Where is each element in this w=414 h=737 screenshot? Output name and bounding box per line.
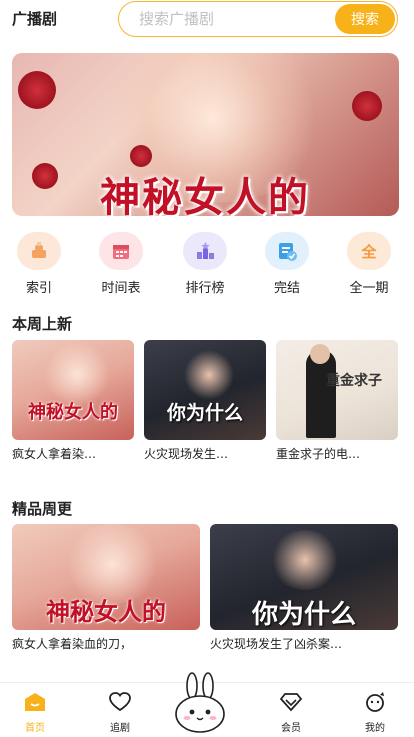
index-icon [17,232,61,270]
completed-icon [265,232,309,270]
cover-title: 神秘女人的 [46,597,166,626]
header: 广播剧 搜索 [0,0,414,40]
svg-text:全: 全 [360,243,377,261]
category-full-episode[interactable]: 全 全一期 [334,232,404,296]
profile-icon [366,692,384,712]
heart-icon [109,692,131,712]
weekly-new-card[interactable]: 你为什么 火灾现场发生… [144,340,266,462]
ranking-icon [183,232,227,270]
vip-icon [279,693,303,712]
app-title: 广播剧 [12,10,58,28]
cover-image: 你为什么 [144,340,266,440]
search-input[interactable] [139,9,319,29]
category-ranking[interactable]: 排行榜 [170,232,240,296]
card-label: 疯女人拿着染血的刀， [12,637,133,651]
search-bar[interactable]: 搜索 [118,1,398,37]
nav-label: 会员 [281,723,301,734]
cover-image: 重金求子 [276,340,398,440]
card-label: 重金求子的电… [276,447,361,461]
cover-title: 神秘女人的 [28,402,118,423]
banner-carousel[interactable]: 神秘女人的 [12,53,399,216]
featured-card[interactable]: 你为什么 火灾现场发生了凶杀案… [210,524,398,652]
weekly-new-card[interactable]: 神秘女人的 疯女人拿着染… [12,340,134,462]
section-title-featured-weekly: 精品周更 [12,500,73,520]
category-label: 完结 [273,281,300,296]
cover-title: 你为什么 [251,600,356,630]
banner-title: 神秘女人的 [100,174,310,216]
card-label: 火灾现场发生… [144,447,229,461]
category-label: 时间表 [101,281,141,296]
section-title-weekly-new: 本周上新 [12,315,73,335]
category-completed[interactable]: 完结 [252,232,322,296]
featured-card[interactable]: 神秘女人的 疯女人拿着染血的刀， [12,524,200,652]
category-label: 索引 [25,281,52,296]
cover-title: 重金求子 [326,373,382,389]
cover-image: 神秘女人的 [12,340,134,440]
nav-label: 追剧 [110,723,130,734]
rabbit-mascot-icon[interactable] [172,672,228,734]
cover-title: 你为什么 [166,402,243,424]
category-index[interactable]: 索引 [4,232,74,296]
nav-label: 首页 [25,723,45,734]
nav-home[interactable]: 首页 [10,691,60,734]
weekly-new-card[interactable]: 重金求子 重金求子的电… [276,340,398,462]
nav-vip[interactable]: 会员 [266,691,316,734]
nav-label: 我的 [365,723,385,734]
rose-decoration [130,145,152,167]
full-episode-icon: 全 [347,232,391,270]
card-label: 火灾现场发生了凶杀案… [210,637,343,651]
home-icon [25,693,45,711]
rose-decoration [18,71,56,109]
cover-image: 神秘女人的 [12,524,200,630]
category-schedule[interactable]: 时间表 [86,232,156,296]
cover-image: 你为什么 [210,524,398,630]
nav-profile[interactable]: 我的 [350,691,400,734]
card-label: 疯女人拿着染… [12,447,97,461]
category-label: 排行榜 [185,281,225,296]
rose-decoration [352,91,382,121]
nav-following[interactable]: 追剧 [95,691,145,734]
search-button[interactable]: 搜索 [335,4,395,34]
category-label: 全一期 [349,281,389,296]
calendar-icon [99,232,143,270]
category-row: 索引 时间表 排行榜 完结 全 全一期 [0,232,414,297]
